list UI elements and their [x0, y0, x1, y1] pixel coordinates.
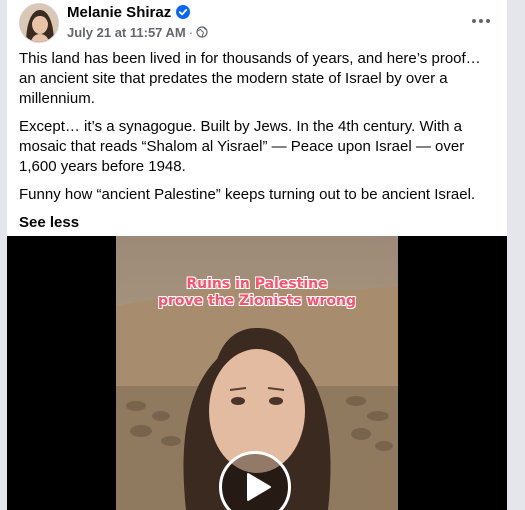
post-timestamp[interactable]: July 21 at 11:57 AM: [67, 25, 186, 40]
see-less-link[interactable]: See less: [19, 213, 79, 233]
verified-badge-icon: [176, 5, 191, 19]
globe-icon[interactable]: [196, 26, 208, 38]
video-overlay-caption: Ruins in Palestine prove the Zionists wr…: [116, 276, 398, 310]
post-meta: July 21 at 11:57 AM ·: [67, 24, 208, 40]
post-paragraph-3: Funny how “ancient Palestine” keeps turn…: [19, 186, 476, 203]
more-options-button[interactable]: [463, 6, 499, 36]
post-header: Melanie Shiraz July 21 at 11:57 AM ·: [7, 0, 507, 48]
meta-separator: ·: [188, 24, 194, 40]
overlay-line-1: Ruins in Palestine: [186, 276, 328, 292]
author-name[interactable]: Melanie Shiraz: [67, 4, 171, 21]
author-row: Melanie Shiraz: [67, 3, 191, 21]
post-card: Melanie Shiraz July 21 at 11:57 AM · Thi…: [7, 0, 507, 510]
post-paragraph-1: This land has been lived in for thousand…: [19, 50, 481, 107]
video-player[interactable]: Ruins in Palestine prove the Zionists wr…: [7, 236, 507, 510]
avatar-image: [20, 4, 58, 42]
post-paragraph-2: Except… it’s a synagogue. Built by Jews.…: [19, 118, 465, 175]
play-icon: [247, 473, 271, 501]
post-text: This land has been lived in for thousand…: [19, 49, 499, 233]
author-avatar[interactable]: [19, 3, 59, 43]
overlay-line-2: prove the Zionists wrong: [157, 293, 357, 309]
